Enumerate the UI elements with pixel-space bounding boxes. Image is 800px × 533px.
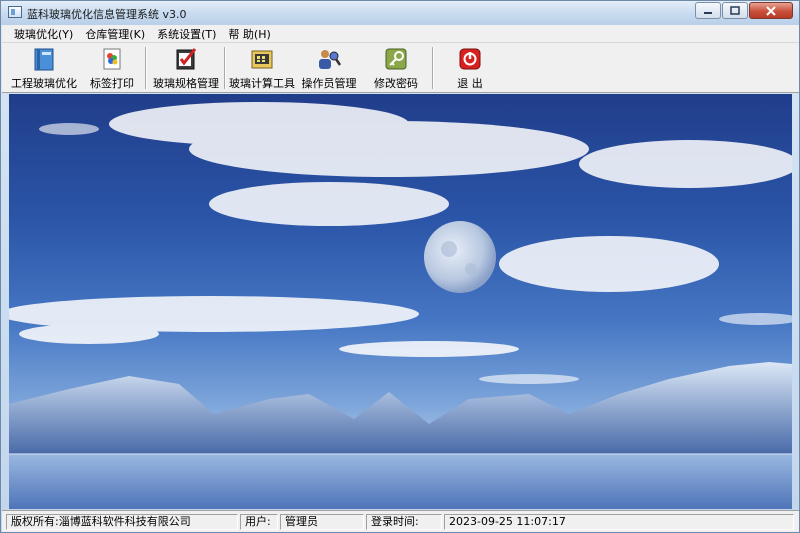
menu-warehouse[interactable]: 仓库管理(K) [79, 26, 151, 42]
maximize-button[interactable] [722, 2, 748, 19]
menu-settings[interactable]: 系统设置(T) [151, 26, 222, 42]
exit-icon [459, 48, 481, 70]
operator-manage-button[interactable]: 操作员管理 [300, 46, 358, 92]
status-copyright: 版权所有:淄博蓝科软件科技有限公司 [6, 514, 238, 530]
menu-help[interactable]: 帮 助(H) [222, 26, 276, 42]
menu-glass-optimize[interactable]: 玻璃优化(Y) [8, 26, 79, 42]
spec-check-icon [176, 48, 197, 70]
glass-spec-manage-button[interactable]: 玻璃规格管理 [153, 46, 219, 92]
window-title: 蓝科玻璃优化信息管理系统 v3.0 [27, 8, 187, 21]
status-bar: 版权所有:淄博蓝科软件科技有限公司 用户: 管理员 登录时间: 2023-09-… [2, 510, 799, 532]
copyright-label: 版权所有: [11, 515, 59, 528]
close-button[interactable] [749, 2, 793, 19]
toolbar-separator [432, 47, 434, 89]
change-password-button[interactable]: 修改密码 [371, 46, 421, 92]
toolbar-separator [145, 47, 147, 89]
book-icon [34, 48, 54, 71]
company-name: 淄博蓝科软件科技有限公司 [58, 515, 191, 528]
minimize-icon [704, 11, 712, 14]
status-user-label: 用户: [240, 514, 278, 530]
tool-label: 玻璃规格管理 [153, 77, 219, 90]
tool-label: 退 出 [457, 77, 483, 90]
tool-label: 工程玻璃优化 [11, 77, 77, 90]
app-icon [8, 6, 22, 18]
calculator-icon [251, 50, 273, 69]
toolbar-separator [224, 47, 226, 89]
users-icon [319, 50, 342, 69]
status-user-value: 管理员 [280, 514, 364, 530]
app-window: 蓝科玻璃优化信息管理系统 v3.0 玻璃优化(Y) 仓库管理(K) 系统设置(T… [0, 0, 800, 533]
tool-label: 操作员管理 [301, 77, 357, 90]
status-login-label: 登录时间: [366, 514, 442, 530]
toolbar: 工程玻璃优化 标签打印 玻璃规格管理 玻璃计算工具 操作员管理 修改密码 退 出 [2, 43, 799, 93]
project-glass-optimize-button[interactable]: 工程玻璃优化 [10, 46, 78, 92]
status-login-time: 2023-09-25 11:07:17 [444, 514, 794, 530]
tool-label: 玻璃计算工具 [229, 77, 295, 90]
background-wallpaper [9, 94, 792, 509]
menu-bar: 玻璃优化(Y) 仓库管理(K) 系统设置(T) 帮 助(H) [2, 25, 799, 43]
minimize-button[interactable] [695, 2, 721, 19]
tool-label: 标签打印 [90, 77, 134, 90]
sky-scene [9, 102, 792, 509]
glass-calc-tool-button[interactable]: 玻璃计算工具 [229, 46, 295, 92]
exit-button[interactable]: 退 出 [447, 46, 493, 92]
label-print-button[interactable]: 标签打印 [86, 46, 138, 92]
print-label-icon [103, 48, 121, 70]
tool-label: 修改密码 [374, 77, 418, 90]
maximize-icon [730, 6, 740, 15]
key-icon [385, 48, 407, 70]
window-controls [694, 2, 793, 19]
title-bar[interactable]: 蓝科玻璃优化信息管理系统 v3.0 [1, 1, 799, 25]
close-icon [766, 5, 776, 16]
